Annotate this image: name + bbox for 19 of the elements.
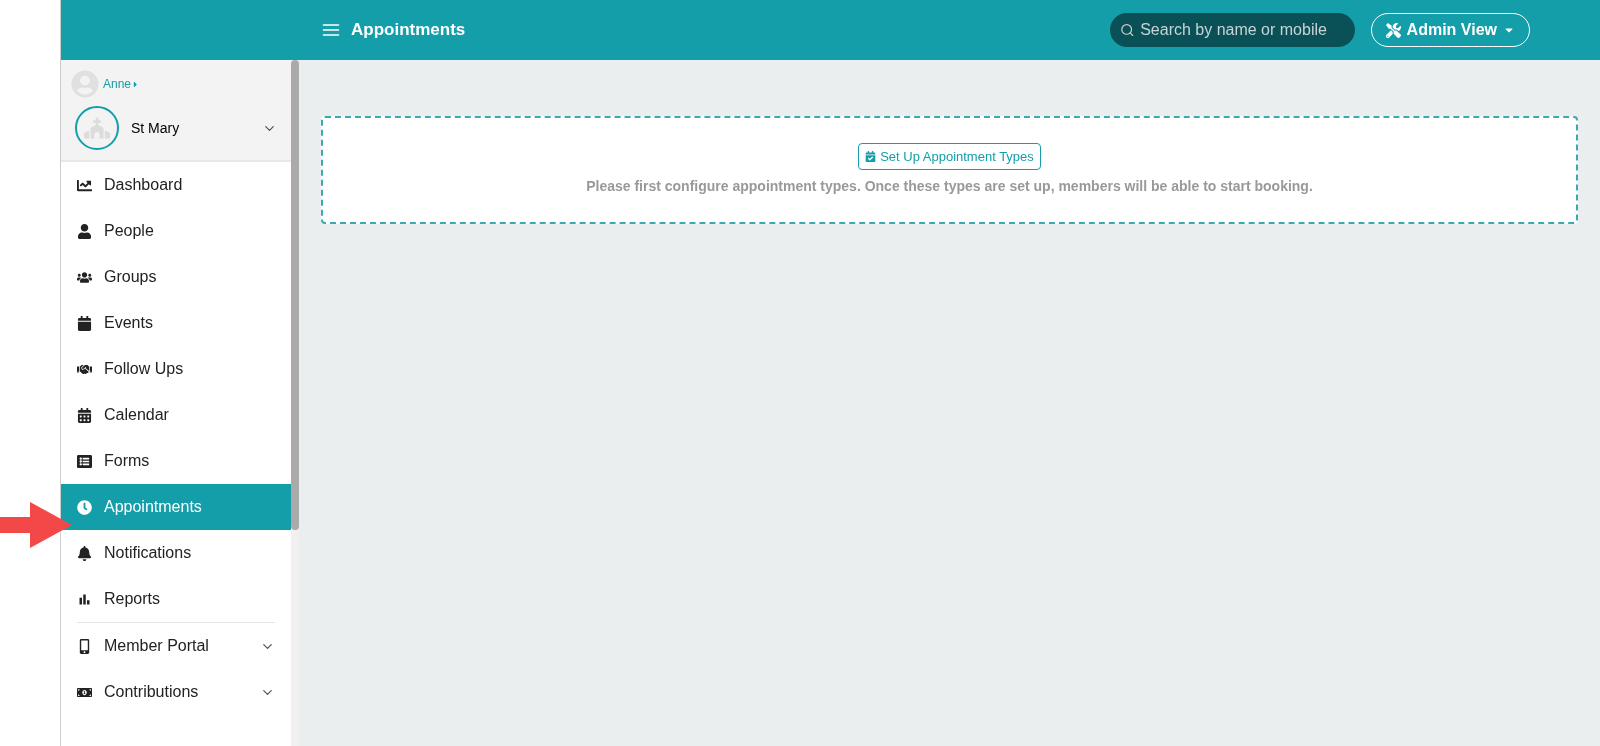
search-field[interactable]: Search by name or mobile — [1109, 13, 1355, 47]
calendar-icon — [865, 151, 877, 162]
clock-icon — [77, 499, 92, 515]
phone-icon — [77, 638, 92, 654]
bell-icon — [77, 545, 92, 561]
tools-icon — [1385, 22, 1401, 38]
organization-name: St Mary — [131, 118, 181, 138]
empty-state-message: Please first configure appointment types. Once these types are set up, members will be able to start booking. — [586, 177, 1313, 197]
church-avatar-icon — [75, 106, 119, 150]
search-icon — [1119, 22, 1135, 38]
person-icon — [77, 223, 92, 239]
page-title: Appointments — [351, 19, 466, 42]
calendar-grid-icon — [77, 407, 92, 423]
people-icon — [77, 269, 92, 285]
line-chart-icon — [77, 177, 92, 193]
pointer-arrow — [0, 502, 72, 548]
list-icon — [77, 453, 92, 469]
scrollbar-thumb[interactable] — [291, 60, 299, 530]
calendar-icon — [77, 315, 92, 331]
